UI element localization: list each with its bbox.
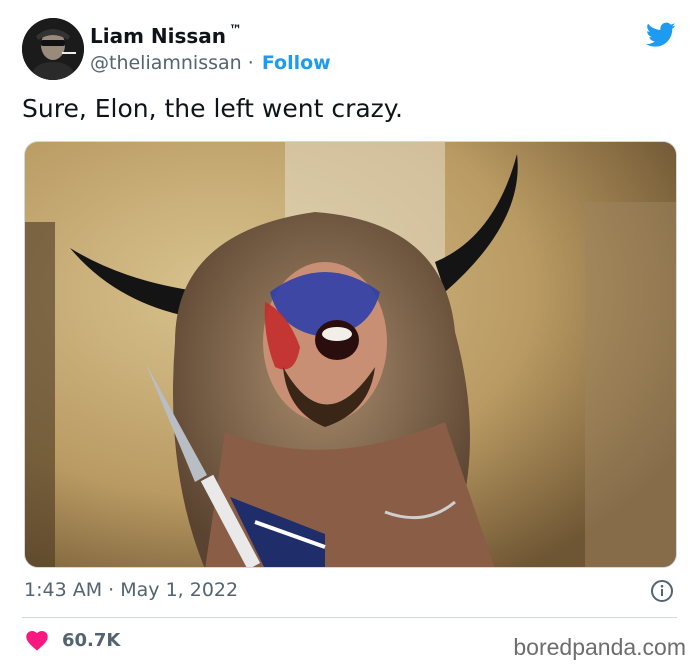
heart-icon[interactable] [26,630,48,651]
tweet-timestamp[interactable]: 1:43 AM · May 1, 2022 [24,579,238,601]
info-icon[interactable] [650,579,674,603]
tweet-card: Liam Nissan ™ @theliamnissan · Follow Su… [0,0,700,670]
author-handle[interactable]: @theliamnissan [90,52,242,74]
like-count: 60.7K [62,630,121,651]
follow-button[interactable]: Follow [262,52,331,74]
tweet-header: Liam Nissan ™ @theliamnissan · Follow [22,18,682,80]
handle-row: @theliamnissan · Follow [90,52,331,74]
like-action[interactable]: 60.7K [26,630,120,651]
tweet-photo[interactable] [24,141,677,568]
author-name[interactable]: Liam Nissan [90,24,226,48]
avatar[interactable] [22,18,84,80]
watermark: boredpanda.com [513,634,686,660]
separator-dot: · [247,52,254,74]
tweet-date: May 1, 2022 [120,579,239,601]
trademark-mark: ™ [229,22,243,38]
tweet-time: 1:43 AM [24,579,103,601]
photo-illustration [25,142,676,567]
divider [22,617,677,618]
name-row: Liam Nissan ™ [90,22,243,49]
tweet-text: Sure, Elon, the left went crazy. [22,94,403,123]
twitter-bird-icon[interactable] [646,22,676,48]
separator-dot: · [108,579,115,601]
